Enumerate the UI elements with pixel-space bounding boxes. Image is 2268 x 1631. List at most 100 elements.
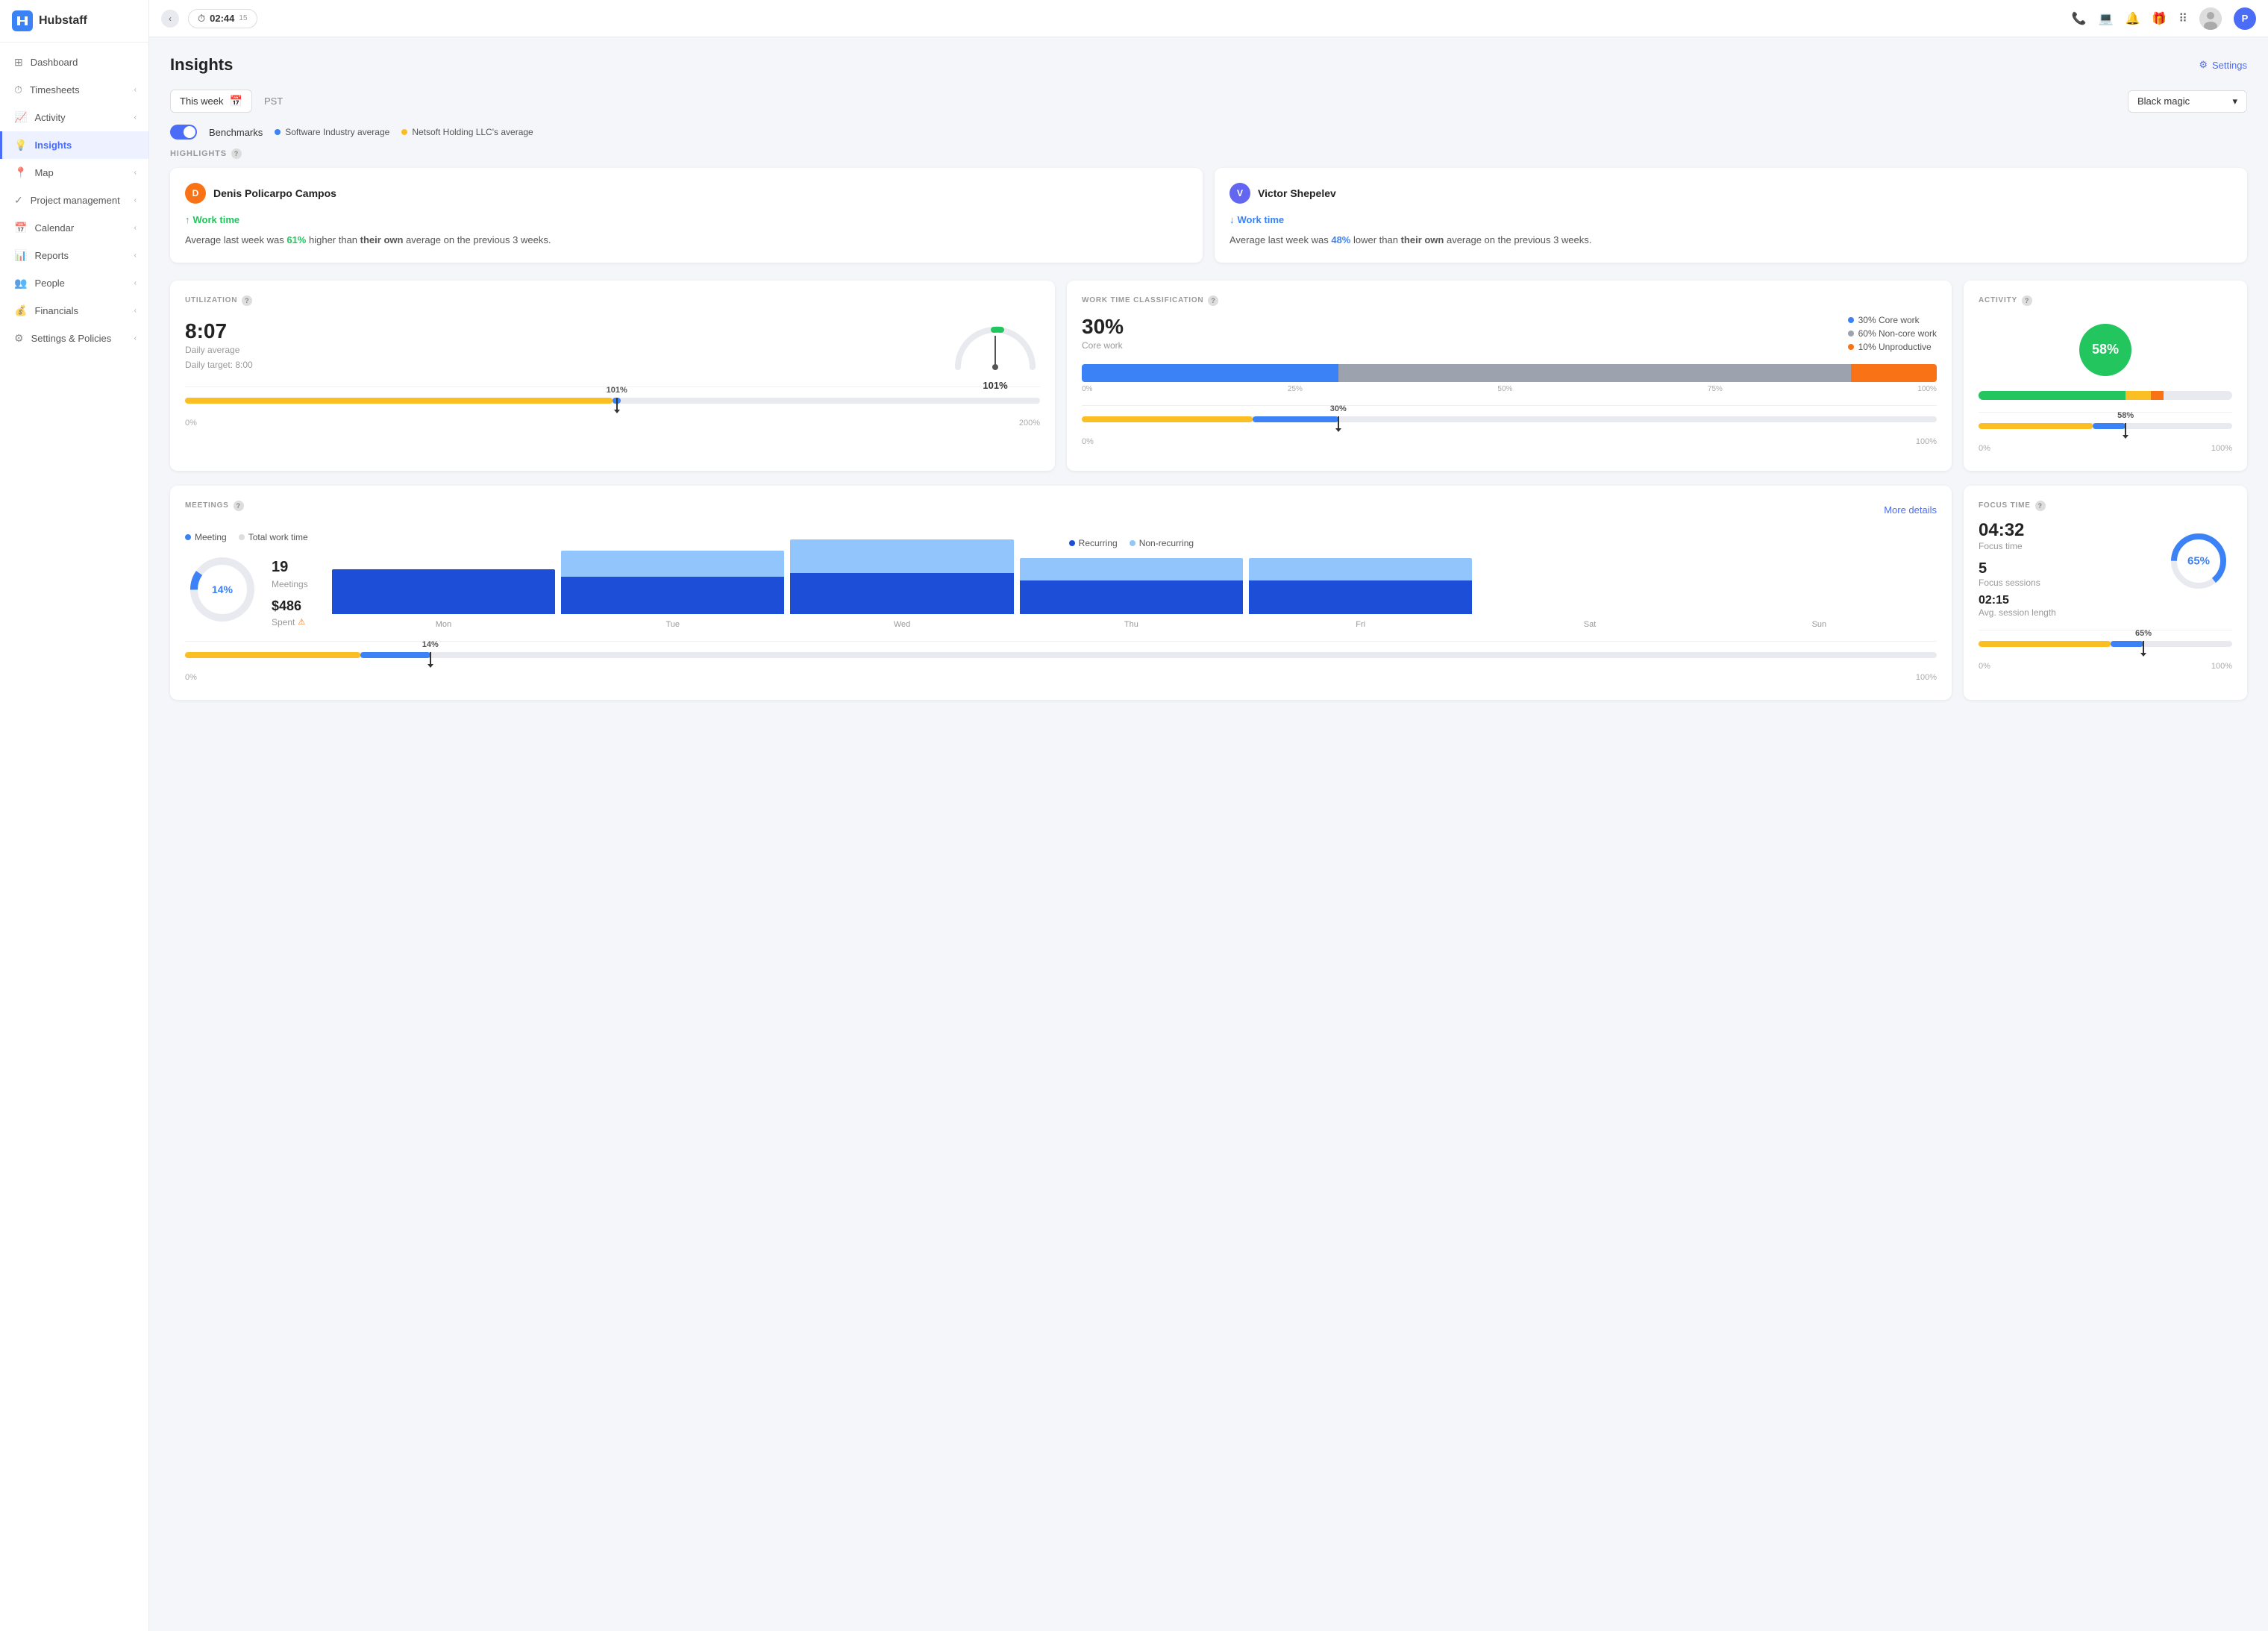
timer-widget[interactable]: ⏱ 02:44 15	[188, 9, 257, 28]
focus-donut-label: 65%	[2187, 554, 2210, 567]
sidebar-label-timesheets: Timesheets	[30, 84, 80, 96]
sidebar-item-settings-policies[interactable]: ⚙ Settings & Policies ‹	[0, 325, 148, 352]
wtc-progress: 30% 0% 100%	[1082, 405, 1937, 446]
chevron-icon: ‹	[134, 86, 137, 94]
bell-icon[interactable]: 🔔	[2125, 11, 2140, 26]
meetings-count-label: Meetings	[272, 579, 308, 589]
wtc-axis-2: 0% 100%	[1082, 437, 1937, 446]
card-user-0: D Denis Policarpo Campos	[185, 183, 1188, 204]
activity-label: ACTIVITY ?	[1979, 295, 2232, 306]
gear-icon: ⚙	[2199, 59, 2208, 71]
gauge-right: 101%	[950, 315, 1040, 375]
legend-unproductive: 10% Unproductive	[1848, 342, 1937, 352]
back-button[interactable]: ‹	[161, 10, 179, 28]
wtc-bar-pct: 30%	[1330, 404, 1347, 413]
gauge-left: 8:07 Daily average Daily target: 8:00	[185, 319, 253, 370]
bar-sat: Sat	[1478, 616, 1701, 629]
benchmarks-toggle[interactable]	[170, 125, 197, 140]
gift-icon[interactable]: 🎁	[2152, 11, 2167, 26]
bar-thu: Thu	[1020, 558, 1243, 629]
utilization-info-icon[interactable]: ?	[242, 295, 252, 306]
wtc-info-icon[interactable]: ?	[1208, 295, 1218, 306]
sidebar-item-timesheets[interactable]: ⏱ Timesheets ‹	[0, 76, 148, 104]
meetings-donut-label: 14%	[212, 583, 233, 595]
bar-wed: Wed	[790, 539, 1013, 629]
utilization-bar-pct: 101%	[607, 386, 627, 395]
dot-noncore	[1848, 331, 1854, 336]
activity-bar-yellow	[2126, 391, 2151, 400]
focus-info-icon[interactable]: ?	[2035, 501, 2046, 511]
activity-badge: 58%	[2079, 324, 2131, 376]
arrow-up-icon: ↑	[185, 214, 190, 225]
sidebar-label-activity: Activity	[34, 112, 65, 123]
warning-icon: ⚠	[298, 617, 305, 627]
focus-bar-fill-blue	[2111, 641, 2143, 647]
more-details-link[interactable]: More details	[1884, 504, 1937, 516]
legend-core: 30% Core work	[1848, 315, 1937, 325]
content: Insights ⚙ Settings This week 📅 PST Blac…	[149, 37, 2268, 718]
wtc-legend: 30% Core work 60% Non-core work 10% Unpr…	[1848, 315, 1937, 355]
meetings-bar	[185, 652, 1937, 658]
focus-card: FOCUS TIME ? 04:32 Focus time 5 Focus se…	[1964, 486, 2247, 700]
sidebar-item-map[interactable]: 📍 Map ‹	[0, 159, 148, 187]
sidebar-item-activity[interactable]: 📈 Activity ‹	[0, 104, 148, 131]
bar-wed-nonrecurring	[790, 539, 1013, 573]
dot-recurring	[1069, 540, 1075, 546]
meetings-info-icon[interactable]: ?	[234, 501, 244, 511]
focus-marker-triangle	[2140, 653, 2146, 657]
activity-info-icon[interactable]: ?	[2022, 295, 2032, 306]
sidebar-item-dashboard[interactable]: ⊞ Dashboard	[0, 48, 148, 76]
meetings-bar-pct: 14%	[422, 640, 439, 649]
meetings-label: MEETINGS ?	[185, 501, 244, 511]
people-icon: 👥	[14, 277, 27, 289]
sidebar-item-people[interactable]: 👥 People ‹	[0, 269, 148, 297]
settings-link[interactable]: ⚙ Settings	[2199, 59, 2247, 71]
highlights-info-icon[interactable]: ?	[231, 148, 242, 159]
highlight-cards: D Denis Policarpo Campos ↑ Work time Ave…	[170, 168, 2247, 263]
user-name-0: Denis Policarpo Campos	[213, 187, 336, 199]
focus-sessions-value: 5	[1979, 560, 2153, 577]
chevron-icon-activity: ‹	[134, 113, 137, 122]
utilization-target: Daily target: 8:00	[185, 360, 253, 370]
screen-icon[interactable]: 💻	[2099, 11, 2114, 26]
dot-meeting	[185, 534, 191, 540]
sidebar-item-calendar[interactable]: 📅 Calendar ‹	[0, 214, 148, 242]
wtc-bar	[1082, 364, 1937, 382]
phone-icon[interactable]: 📞	[2072, 11, 2087, 26]
activity-card: ACTIVITY ? 58%	[1964, 281, 2247, 471]
focus-sessions-label: Focus sessions	[1979, 577, 2153, 588]
sidebar-item-reports[interactable]: 📊 Reports ‹	[0, 242, 148, 269]
activity-bar	[1979, 423, 2232, 429]
sidebar-item-project-management[interactable]: ✓ Project management ‹	[0, 187, 148, 214]
focus-donut-wrap: 65%	[2165, 528, 2232, 595]
org-selector[interactable]: Black magic ▾	[2128, 90, 2247, 113]
activity-badge-wrap: 58%	[1979, 315, 2232, 385]
page-title: Insights	[170, 55, 233, 75]
highlights-label: HIGHLIGHTS ?	[170, 148, 2247, 159]
utilization-marker-triangle	[614, 410, 620, 413]
bar-fri: Fri	[1249, 558, 1472, 629]
timezone-label: PST	[264, 96, 283, 107]
wtc-sub: Core work	[1082, 340, 1833, 351]
activity-bar-fill-blue	[2093, 423, 2126, 429]
highlight-pct-1: 48%	[1331, 234, 1350, 245]
sidebar-item-insights[interactable]: 💡 Insights	[0, 131, 148, 159]
focus-bar-fill-yellow	[1979, 641, 2111, 647]
sidebar-label-reports: Reports	[34, 250, 69, 261]
project-icon: ✓	[14, 194, 23, 207]
sidebar-label-map: Map	[34, 167, 53, 178]
dot-nonrecurring	[1130, 540, 1135, 546]
user-avatar[interactable]	[2199, 7, 2222, 30]
date-range-picker[interactable]: This week 📅	[170, 90, 252, 113]
sidebar-item-financials[interactable]: 💰 Financials ‹	[0, 297, 148, 325]
apps-icon[interactable]: ⠿	[2178, 11, 2187, 26]
org-name: Black magic	[2137, 96, 2190, 107]
meetings-axis: 0% 100%	[185, 673, 1937, 682]
meetings-cost-label: Spent ⚠	[272, 617, 308, 627]
wtc-content: 30% Core work 30% Core work 60% Non-core…	[1082, 315, 1937, 355]
bar-fri-nonrecurring	[1249, 558, 1472, 580]
timesheets-icon: ⏱	[14, 84, 22, 96]
legend-nonrecurring: Non-recurring	[1130, 538, 1194, 548]
insights-icon: 💡	[14, 139, 27, 151]
utilization-sub: Daily average	[185, 345, 253, 355]
